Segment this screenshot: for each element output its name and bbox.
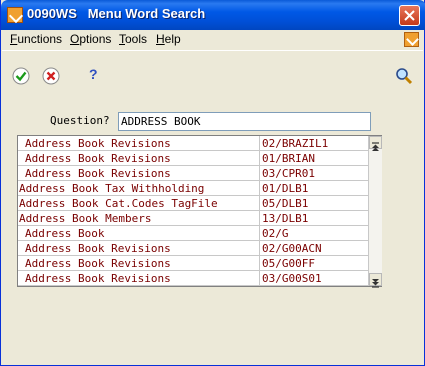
menu-bar: Functions Options Tools Help [2,30,423,49]
scroll-to-bottom-button[interactable] [369,273,382,288]
menu-code-cell: 02/G [261,226,367,240]
menu-name-text: Address Book Revisions [25,257,171,270]
menu-code-cell: 01/BRIAN [261,151,367,165]
menu-code-text: 03/CPR01 [262,167,315,180]
menu-code-text: 03/G00S01 [262,272,322,285]
menu-name-cell: Address Book Revisions [18,256,260,270]
menu-code-text: 05/G00FF [262,257,315,270]
app-logo-icon [404,32,419,47]
menu-name-cell: Address Book Revisions [18,136,260,150]
close-button[interactable] [399,5,420,26]
scroll-to-top-button[interactable] [369,136,382,151]
menu-name-text: Address Book Cat.Codes TagFile [19,197,218,210]
cancel-button[interactable] [41,66,61,86]
menu-code-cell: 03/G00S01 [261,271,367,285]
table-row[interactable]: Address Book 02/G [18,226,368,241]
ok-button[interactable] [11,66,31,86]
magnifier-icon [396,68,413,85]
table-row[interactable]: Address Book Revisions 01/BRIAN [18,151,368,166]
table-row[interactable]: Address Book Revisions 02/G00ACN [18,241,368,256]
menu-name-text: Address Book Revisions [25,152,171,165]
menu-code-text: 02/G00ACN [262,242,322,255]
menu-code-cell: 02/G00ACN [261,241,367,255]
close-icon [404,10,415,21]
table-row[interactable]: Address Book Revisions 02/BRAZIL1 [18,136,368,151]
results-grid: Address Book Revisions 02/BRAZIL1 Address … [17,135,382,288]
scroll-top-icon [372,142,379,151]
menu-code-cell: 01/DLB1 [261,181,367,195]
menu-name-cell: Address Book Revisions [18,241,260,255]
menu-name-cell: Address Book Revisions [18,271,260,285]
menu-name-cell: Address Book [18,226,260,240]
title-bar: 0090WS Menu Word Search [1,0,425,30]
table-row[interactable]: Address Book Tax Withholding 01/DLB1 [18,181,368,196]
menu-name-cell: Address Book Tax Withholding [18,181,260,195]
question-label: Question? [50,114,110,127]
checkmark-icon [12,67,30,85]
menu-name-text: Address Book Tax Withholding [19,182,205,195]
menu-code-text: 13/DLB1 [262,212,309,225]
scroll-bottom-icon [372,279,379,288]
menu-code-text: 02/G [262,227,289,240]
menu-code-text: 02/BRAZIL1 [262,137,329,150]
window-title: 0090WS Menu Word Search [27,6,206,21]
menu-name-cell: Address Book Revisions [18,166,260,180]
menu-name-cell: Address Book Cat.Codes TagFile [18,196,260,210]
menu-name-cell: Address Book Revisions [18,151,260,165]
menu-help[interactable]: Help [156,32,181,46]
table-row[interactable]: Address Book Revisions 03/CPR01 [18,166,368,181]
table-row[interactable]: Address Book Cat.Codes TagFile 05/DLB1 [18,196,368,211]
menu-name-text: Address Book Revisions [25,167,171,180]
question-input[interactable]: ADDRESS BOOK [118,112,371,131]
table-row[interactable]: Address Book Members 13/DLB1 [18,211,368,226]
cancel-x-icon [42,67,60,85]
menu-functions[interactable]: Functions [10,32,62,46]
help-button[interactable]: ? [89,66,109,86]
menu-code-text: 01/BRIAN [262,152,315,165]
table-row[interactable]: Address Book Revisions 03/G00S01 [18,271,368,286]
menu-code-cell: 05/DLB1 [261,196,367,210]
menu-tools[interactable]: Tools [119,32,147,46]
menu-code-cell: 13/DLB1 [261,211,367,225]
vertical-scrollbar[interactable] [368,136,382,288]
window: 0090WS Menu Word Search Functions Option… [0,0,425,366]
menu-code-cell: 05/G00FF [261,256,367,270]
menu-name-text: Address Book Members [19,212,152,225]
table-row[interactable]: Address Book Revisions 05/G00FF [18,256,368,271]
app-icon [7,7,23,23]
menu-code-text: 05/DLB1 [262,197,309,210]
menu-code-cell: 02/BRAZIL1 [261,136,367,150]
menu-code-text: 01/DLB1 [262,182,309,195]
search-button[interactable] [395,67,415,87]
menu-name-cell: Address Book Members [18,211,260,225]
menu-name-text: Address Book Revisions [25,242,171,255]
menu-name-text: Address Book Revisions [25,137,171,150]
menu-options[interactable]: Options [70,32,111,46]
menu-name-text: Address Book [25,227,105,240]
toolbar-divider [2,50,423,51]
menu-name-text: Address Book Revisions [25,272,171,285]
menu-code-cell: 03/CPR01 [261,166,367,180]
